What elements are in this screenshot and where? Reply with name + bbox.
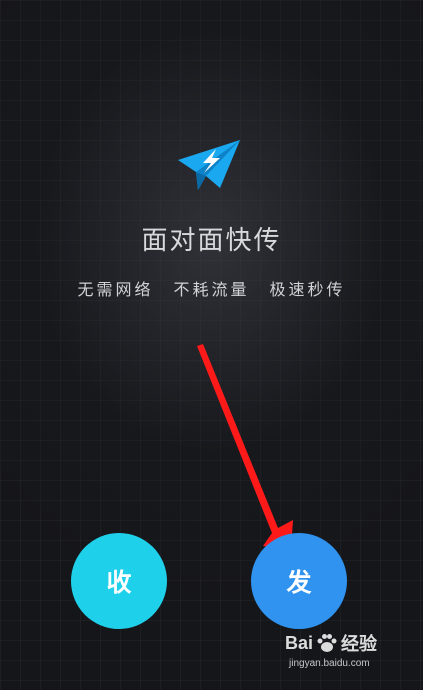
page-title: 面对面快传 [141, 226, 282, 256]
baidu-jingyan-watermark: Bai 经验 jingyan.baidu.com [285, 630, 405, 682]
watermark-brand-right: 经验 [341, 634, 378, 654]
receive-button[interactable]: 收 [71, 533, 167, 629]
red-arrow-icon [197, 344, 293, 551]
send-button-label: 发 [286, 568, 312, 597]
send-button[interactable]: 发 [251, 533, 347, 629]
paw-icon [317, 634, 337, 652]
watermark-url: jingyan.baidu.com [289, 658, 370, 669]
feature-no-network: 无需网络 [77, 280, 154, 299]
face-to-face-transfer-screen: 面对面快传 无需网络 不耗流量 极速秒传 收 发 Bai 经验 jingyan.… [0, 0, 423, 690]
receive-button-label: 收 [106, 568, 132, 597]
feature-no-data-usage: 不耗流量 [173, 280, 250, 299]
paper-plane-lightning-icon [178, 140, 240, 190]
feature-fast-transfer: 极速秒传 [269, 280, 346, 299]
feature-list: 无需网络 不耗流量 极速秒传 [0, 276, 423, 300]
watermark-brand-left: Bai [285, 632, 314, 653]
